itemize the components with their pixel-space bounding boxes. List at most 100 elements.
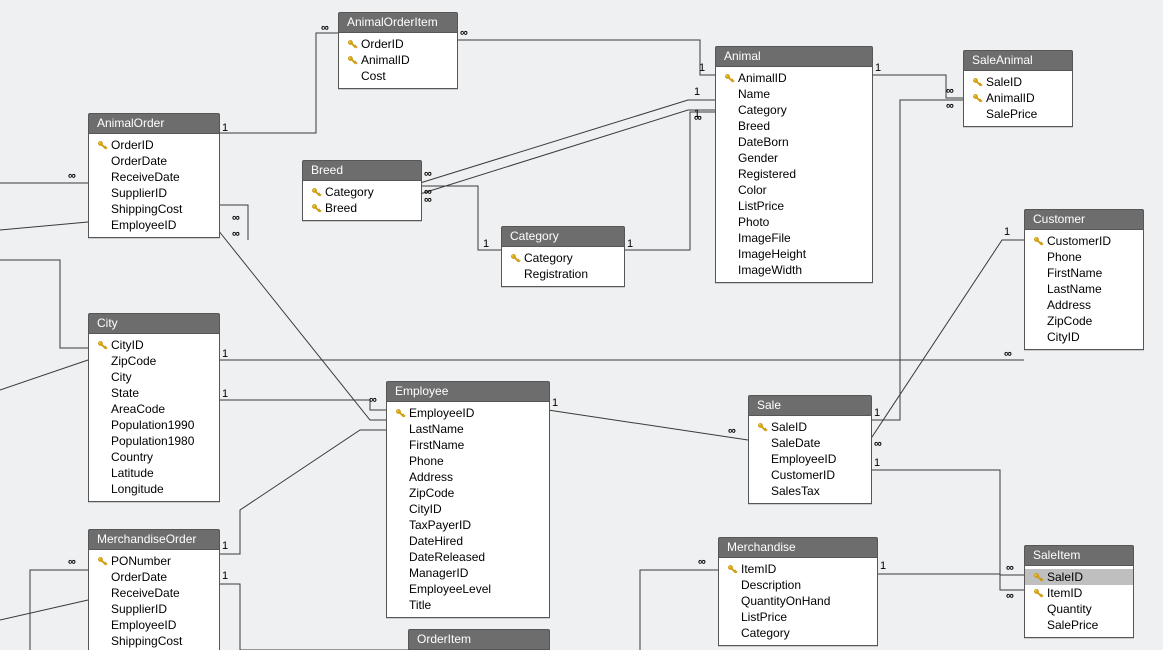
field-row[interactable]: Phone <box>387 453 549 469</box>
field-row[interactable]: CustomerID <box>749 467 871 483</box>
field-row[interactable]: Photo <box>716 214 872 230</box>
entity-saleitem[interactable]: SaleItem SaleIDItemIDQuantitySalePrice <box>1024 545 1134 638</box>
field-row[interactable]: Latitude <box>89 465 219 481</box>
field-row[interactable]: QuantityOnHand <box>719 593 877 609</box>
field-row[interactable]: CityID <box>1025 329 1143 345</box>
entity-title[interactable]: City <box>89 314 219 333</box>
entity-employee[interactable]: Employee EmployeeIDLastNameFirstNamePhone… <box>386 381 550 618</box>
field-row[interactable]: ManagerID <box>387 565 549 581</box>
field-row[interactable]: SaleID <box>749 419 871 435</box>
entity-customer[interactable]: CustomerCustomerIDPhoneFirstNameLastName… <box>1024 209 1144 350</box>
field-row[interactable]: Address <box>1025 297 1143 313</box>
entity-title[interactable]: Sale <box>749 396 871 415</box>
field-row[interactable]: Longitude <box>89 481 219 497</box>
entity-title[interactable]: Breed <box>303 161 421 180</box>
field-row[interactable]: Quantity <box>1025 601 1133 617</box>
entity-title[interactable]: OrderItem <box>409 630 549 649</box>
field-row[interactable]: ZipCode <box>1025 313 1143 329</box>
field-row[interactable]: AnimalID <box>964 90 1072 106</box>
field-row[interactable]: City <box>89 369 219 385</box>
field-row[interactable]: SupplierID <box>89 601 219 617</box>
field-row[interactable]: PONumber <box>89 553 219 569</box>
field-row[interactable]: SaleDate <box>749 435 871 451</box>
field-row[interactable]: ShippingCost <box>89 633 219 649</box>
field-row[interactable]: Category <box>502 250 624 266</box>
field-row[interactable]: CustomerID <box>1025 233 1143 249</box>
entity-title[interactable]: AnimalOrderItem <box>339 13 457 32</box>
field-row[interactable]: EmployeeID <box>89 217 219 233</box>
field-row[interactable]: Gender <box>716 150 872 166</box>
field-row[interactable]: Title <box>387 597 549 613</box>
field-row[interactable]: DateReleased <box>387 549 549 565</box>
entity-animal[interactable]: AnimalAnimalIDNameCategoryBreedDateBornG… <box>715 46 873 283</box>
entity-title[interactable]: SaleItem <box>1025 546 1133 565</box>
field-row[interactable]: AreaCode <box>89 401 219 417</box>
field-row[interactable]: SalesTax <box>749 483 871 499</box>
field-row[interactable]: AnimalID <box>339 52 457 68</box>
field-row[interactable]: Description <box>719 577 877 593</box>
field-row[interactable]: Color <box>716 182 872 198</box>
field-row[interactable]: Address <box>387 469 549 485</box>
entity-title[interactable]: SaleAnimal <box>964 51 1072 70</box>
entity-title[interactable]: Customer <box>1025 210 1143 229</box>
field-row[interactable]: OrderID <box>339 36 457 52</box>
entity-title[interactable]: MerchandiseOrder <box>89 530 219 549</box>
field-row[interactable]: Breed <box>716 118 872 134</box>
field-row[interactable]: TaxPayerID <box>387 517 549 533</box>
field-row[interactable]: FirstName <box>387 437 549 453</box>
entity-title[interactable]: Animal <box>716 47 872 66</box>
field-row[interactable]: SalePrice <box>964 106 1072 122</box>
field-row[interactable]: Population1980 <box>89 433 219 449</box>
field-row[interactable]: ReceiveDate <box>89 169 219 185</box>
entity-category[interactable]: CategoryCategoryRegistration <box>501 226 625 287</box>
entity-title[interactable]: AnimalOrder <box>89 114 219 133</box>
field-row[interactable]: Name <box>716 86 872 102</box>
field-row[interactable]: ZipCode <box>387 485 549 501</box>
field-row[interactable]: Cost <box>339 68 457 84</box>
entity-title[interactable]: Merchandise <box>719 538 877 557</box>
field-row[interactable]: SalePrice <box>1025 617 1133 633</box>
field-row[interactable]: ImageHeight <box>716 246 872 262</box>
entity-title[interactable]: Category <box>502 227 624 246</box>
field-row[interactable]: ListPrice <box>719 609 877 625</box>
field-row[interactable]: ReceiveDate <box>89 585 219 601</box>
entity-sale[interactable]: Sale SaleIDSaleDateEmployeeIDCustomerIDSa… <box>748 395 872 504</box>
field-row[interactable]: ImageFile <box>716 230 872 246</box>
entity-breed[interactable]: BreedCategoryBreed <box>302 160 422 221</box>
field-row[interactable]: ImageWidth <box>716 262 872 278</box>
field-row[interactable]: OrderID <box>89 137 219 153</box>
er-diagram-canvas[interactable]: { "entities":{ "AnimalOrderItem":{"title… <box>0 0 1163 650</box>
field-row[interactable]: SaleID <box>1025 569 1133 585</box>
field-row[interactable]: SupplierID <box>89 185 219 201</box>
field-row[interactable]: Phone <box>1025 249 1143 265</box>
field-row[interactable]: Country <box>89 449 219 465</box>
field-row[interactable]: FirstName <box>1025 265 1143 281</box>
field-row[interactable]: State <box>89 385 219 401</box>
field-row[interactable]: Registered <box>716 166 872 182</box>
field-row[interactable]: Registration <box>502 266 624 282</box>
field-row[interactable]: ItemID <box>1025 585 1133 601</box>
field-row[interactable]: OrderDate <box>89 569 219 585</box>
entity-animalorder[interactable]: AnimalOrder OrderIDOrderDateReceiveDateSu… <box>88 113 220 238</box>
field-row[interactable]: EmployeeID <box>89 617 219 633</box>
field-row[interactable]: Category <box>303 184 421 200</box>
field-row[interactable]: ShippingCost <box>89 201 219 217</box>
field-row[interactable]: Population1990 <box>89 417 219 433</box>
field-row[interactable]: EmployeeID <box>387 405 549 421</box>
entity-city[interactable]: CityCityIDZipCodeCityStateAreaCodePopula… <box>88 313 220 502</box>
field-row[interactable]: DateHired <box>387 533 549 549</box>
entity-animalorderitem[interactable]: AnimalOrderItem OrderIDAnimalIDCost <box>338 12 458 89</box>
entity-title[interactable]: Employee <box>387 382 549 401</box>
field-row[interactable]: Category <box>716 102 872 118</box>
entity-saleanimal[interactable]: SaleAnimal SaleIDAnimalIDSalePrice <box>963 50 1073 127</box>
field-row[interactable]: Breed <box>303 200 421 216</box>
field-row[interactable]: ListPrice <box>716 198 872 214</box>
entity-merchandise[interactable]: MerchandiseItemIDDescriptionQuantityOnHa… <box>718 537 878 646</box>
field-row[interactable]: SaleID <box>964 74 1072 90</box>
field-row[interactable]: LastName <box>387 421 549 437</box>
field-row[interactable]: Category <box>719 625 877 641</box>
field-row[interactable]: CityID <box>387 501 549 517</box>
entity-orderitem[interactable]: OrderItemPONumber <box>408 629 550 650</box>
field-row[interactable]: EmployeeID <box>749 451 871 467</box>
field-row[interactable]: OrderDate <box>89 153 219 169</box>
